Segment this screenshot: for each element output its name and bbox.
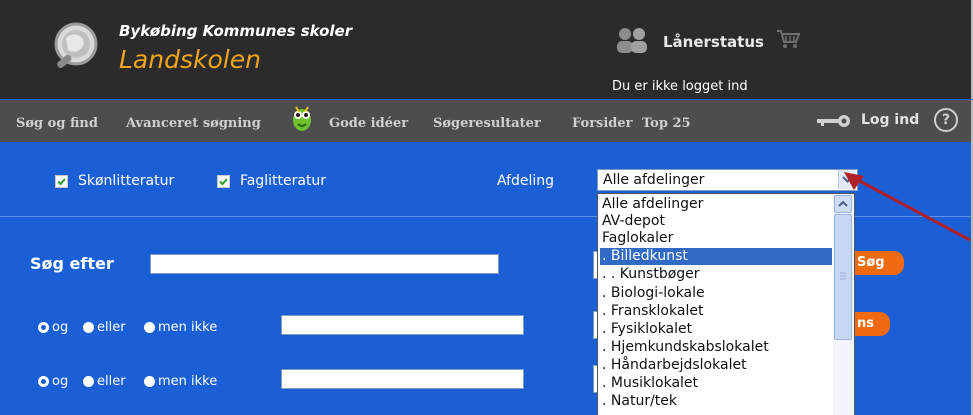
dropdown-option[interactable]: . Biologi-lokale <box>600 285 832 302</box>
loan-status-link[interactable]: Lånerstatus <box>663 33 764 51</box>
users-icon <box>612 25 652 55</box>
radio-not-label-1: men ikke <box>158 320 218 335</box>
nonfiction-label: Faglitteratur <box>240 173 327 189</box>
fiction-checkbox[interactable] <box>55 175 68 188</box>
help-icon[interactable]: ? <box>934 108 958 132</box>
partial-button[interactable]: ns <box>852 312 890 336</box>
dropdown-option[interactable]: Alle afdelinger <box>600 196 832 213</box>
dropdown-option[interactable]: . Fysiklokalet <box>600 321 832 338</box>
organization-name: Bykøbing Kommunes skoler <box>119 22 353 40</box>
nav-item-covers[interactable]: Forsider <box>572 116 633 131</box>
dropdown-option[interactable]: . Musiklokalet <box>600 375 832 392</box>
dropdown-option[interactable]: Faglokaler <box>600 230 832 247</box>
radio-and-label-1: og <box>52 320 69 335</box>
login-link[interactable]: Log ind <box>861 112 919 128</box>
nav-item-good-ideas[interactable]: Gode idéer <box>329 116 408 131</box>
boolean-radio-group-1: og eller men ikke <box>38 320 268 336</box>
dropdown-option[interactable]: . Hjemkundskabslokalet <box>600 339 832 356</box>
radio-or-label-1: eller <box>97 320 126 335</box>
key-icon <box>817 113 851 127</box>
radio-and-2[interactable] <box>38 376 49 387</box>
nav-item-top25[interactable]: Top 25 <box>642 116 691 131</box>
radio-or-2[interactable] <box>83 376 94 387</box>
department-label: Afdeling <box>497 173 555 189</box>
dropdown-option[interactable]: . . Kunstbøger <box>600 266 832 283</box>
radio-not-1[interactable] <box>144 322 155 333</box>
radio-and-label-2: og <box>52 374 69 389</box>
dropdown-option[interactable]: . Fransklokalet <box>600 303 832 320</box>
search-input[interactable] <box>150 254 499 274</box>
nav-item-advanced-search[interactable]: Avanceret søgning <box>126 116 261 131</box>
dropdown-option[interactable]: . Natur/tek <box>600 393 832 410</box>
dropdown-option[interactable]: AV-depot <box>600 213 832 230</box>
radio-or-1[interactable] <box>83 322 94 333</box>
annotation-arrow-icon <box>844 172 971 242</box>
nav-item-search-results[interactable]: Søgeresultater <box>433 116 541 131</box>
idea-bug-icon <box>287 103 317 133</box>
cart-icon[interactable] <box>775 27 801 49</box>
radio-not-2[interactable] <box>144 376 155 387</box>
nonfiction-checkbox[interactable] <box>217 175 230 188</box>
search-term-input-2[interactable] <box>281 369 524 389</box>
department-dropdown-list: Alle afdelinger AV-depot Faglokaler . Bi… <box>597 193 855 415</box>
magnifier-globe-logo-icon[interactable] <box>50 20 106 76</box>
radio-and-1[interactable] <box>38 322 49 333</box>
school-name[interactable]: Landskolen <box>119 45 261 74</box>
radio-not-label-2: men ikke <box>158 374 218 389</box>
department-select-value: Alle afdelinger <box>603 172 705 188</box>
dropdown-option[interactable]: . Håndarbejdslokalet <box>600 357 832 374</box>
radio-or-label-2: eller <box>97 374 126 389</box>
search-button[interactable]: Søg <box>852 251 904 275</box>
dropdown-option-selected[interactable]: . Billedkunst <box>600 248 832 265</box>
nav-item-search-find[interactable]: Søg og find <box>16 116 98 131</box>
search-for-label: Søg efter <box>30 254 114 273</box>
search-term-input-1[interactable] <box>281 315 524 335</box>
boolean-radio-group-2: og eller men ikke <box>38 374 268 390</box>
login-status-text: Du er ikke logget ind <box>612 79 748 94</box>
fiction-label: Skønlitteratur <box>78 173 175 189</box>
